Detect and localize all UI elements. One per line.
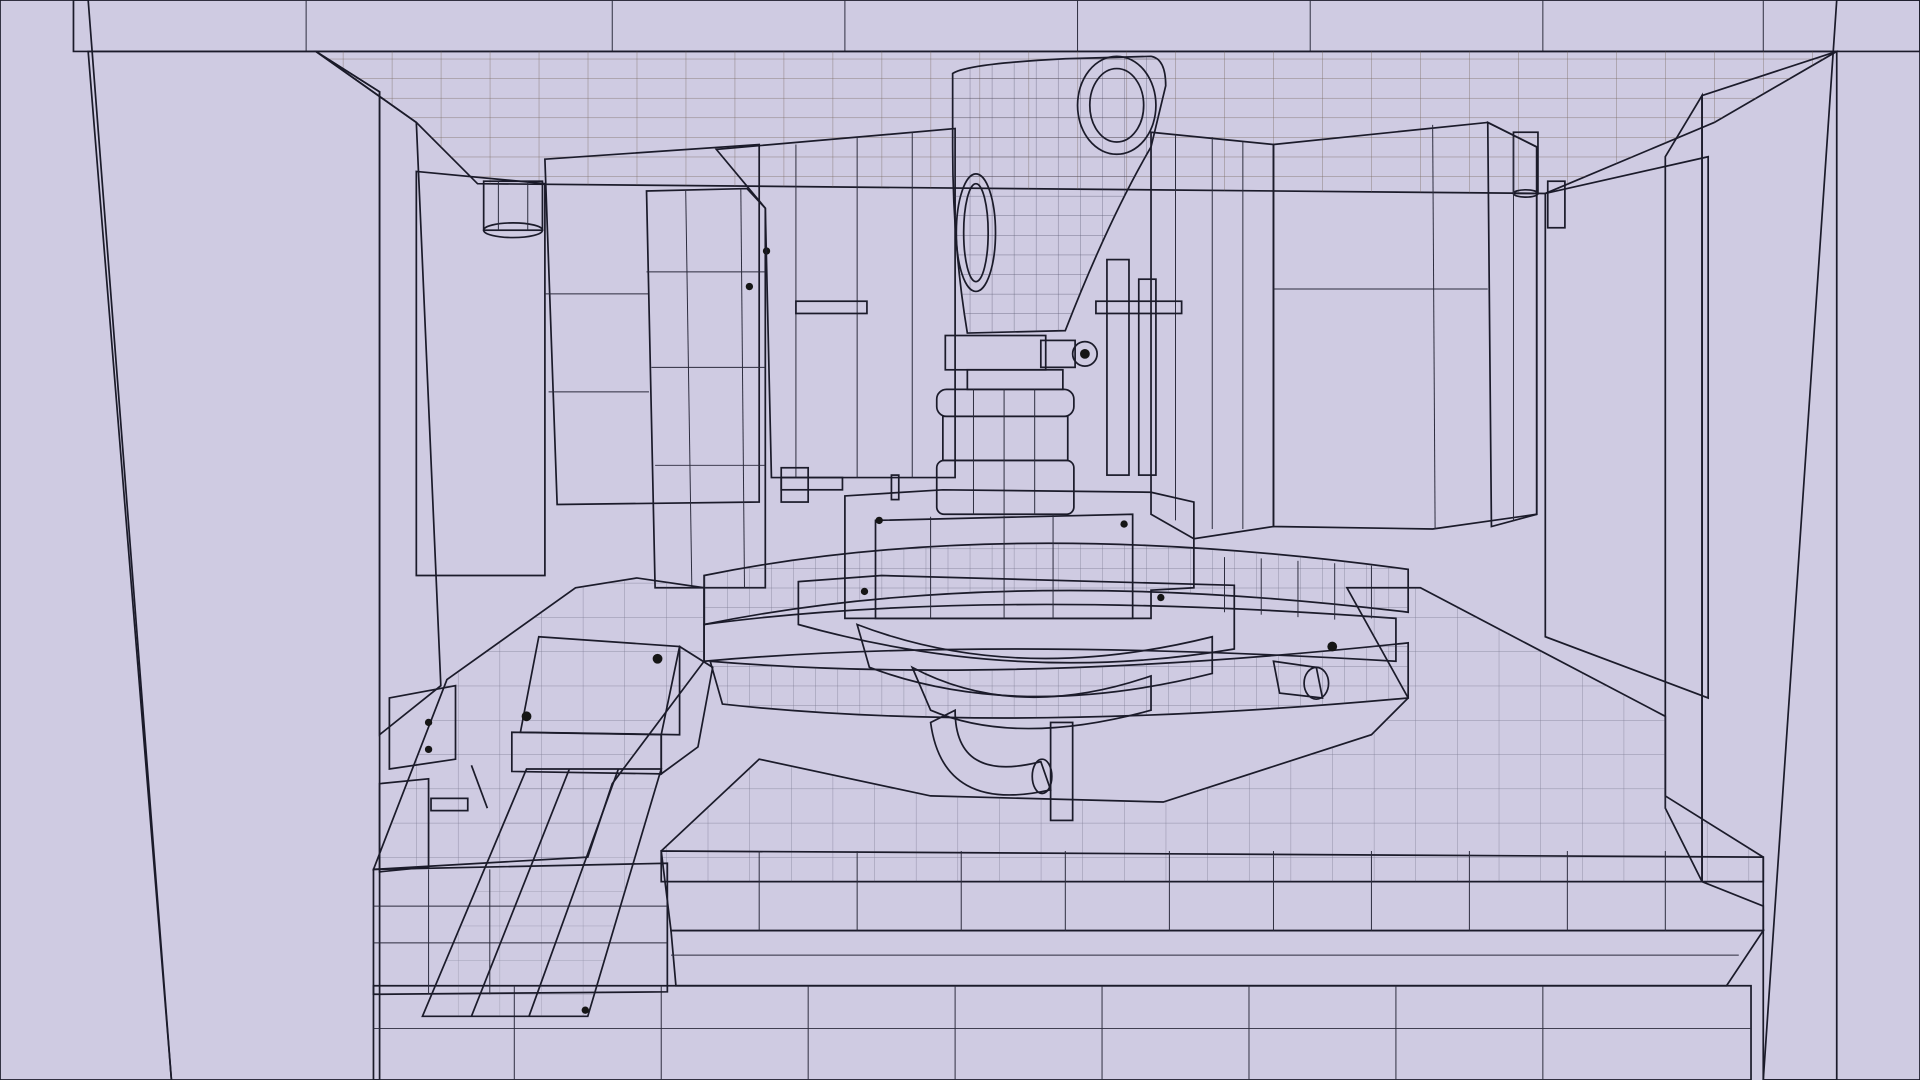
tablet-press-wireframe-render <box>0 0 1920 1080</box>
3d-viewport[interactable] <box>0 0 1920 1080</box>
